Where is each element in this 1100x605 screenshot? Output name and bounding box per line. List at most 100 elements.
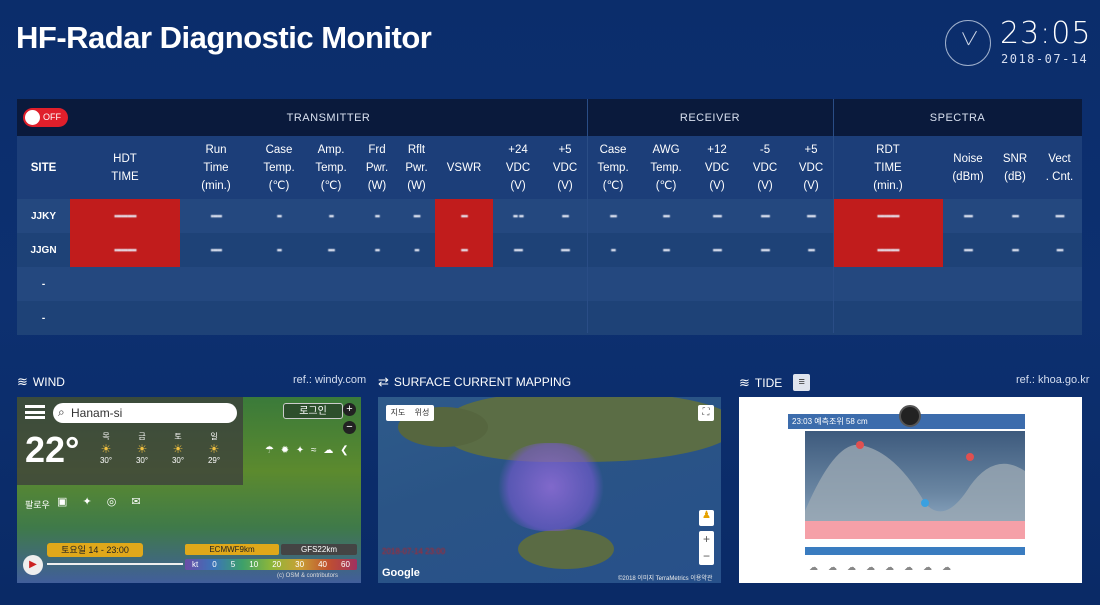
cell-v12 xyxy=(693,301,741,335)
scale-tick: 60 xyxy=(341,560,350,569)
current-map[interactable]: 지도 위성 ⛶ ♟ + − 2018-07-14 23:00 Google ©201… xyxy=(378,397,721,583)
table-row: - xyxy=(17,267,1082,301)
tide-ref-link[interactable]: ref.: khoa.go.kr xyxy=(1016,374,1089,386)
wind-map[interactable]: ⌕ Hanam-si 22° 목 ☀ 30° 금 ☀ 30° 토 ☀ 30° 일 ☀ 29° 로그인 +… xyxy=(17,397,361,583)
table-row: - xyxy=(17,301,1082,335)
scale-tick: 20 xyxy=(272,560,282,569)
wind-ref-link[interactable]: ref.: windy.com xyxy=(293,374,366,386)
waves-icon: ≋ xyxy=(739,374,750,390)
cell-rp: ▪▪ xyxy=(414,245,419,255)
cell-v12: ▪▪▪▪ xyxy=(712,245,723,255)
cell-vm5: ▪▪▪▪ xyxy=(760,211,771,221)
scale-tick: 5 xyxy=(230,560,236,569)
diagnostic-table: OFF TRANSMITTER RECEIVER SPECTRA SITE HD… xyxy=(17,99,1082,335)
cell-v5: ▪▪▪ xyxy=(561,211,570,221)
cell-rct xyxy=(587,301,639,335)
col-snr: SNR (dB) xyxy=(993,136,1037,199)
col-rdt: RDT TIME (min.) xyxy=(833,136,943,199)
zoom-in-button[interactable]: + xyxy=(343,403,356,416)
page-title: HF-Radar Diagnostic Monitor xyxy=(16,20,432,55)
col-rx-case-temp: Case Temp. (℃) xyxy=(587,136,639,199)
timeline[interactable] xyxy=(47,563,183,565)
wind-panel-title: ≋ WIND xyxy=(17,374,65,389)
partly-cloudy-icon: ☀ xyxy=(172,442,184,456)
pegman-icon[interactable]: ♟ xyxy=(699,510,714,526)
table-row: JJKY ▪▪▪▪▪▪▪▪▪▪ ▪▪▪▪▪ ▪▪ ▪▪ ▪▪ ▪▪▪ ▪▪▪ ▪▪ ▪▪ ▪▪▪ ▪… xyxy=(17,199,1082,233)
follow-label: 팔로우 xyxy=(25,500,50,510)
cell-fp xyxy=(356,267,398,301)
search-input[interactable]: ⌕ Hanam-si xyxy=(53,403,237,423)
clock-time: 23:05 xyxy=(1000,16,1092,51)
cell-snr: ▪▪▪ xyxy=(1011,245,1020,255)
temperature-value: 22° xyxy=(25,429,80,470)
cell-vc: ▪▪▪▪ xyxy=(1055,211,1065,221)
col-rx-5vdc: +5 VDC (V) xyxy=(789,136,833,199)
login-button[interactable]: 로그인 xyxy=(283,403,343,419)
scale-tick: 30 xyxy=(295,560,305,569)
cell-site: - xyxy=(41,278,46,290)
menu-icon[interactable] xyxy=(25,405,45,419)
cell-at xyxy=(306,267,356,301)
cell-run xyxy=(180,301,252,335)
cell-rv5 xyxy=(789,267,833,301)
cell-run xyxy=(180,267,252,301)
tide-menu-button[interactable]: ≡ xyxy=(793,374,811,391)
timestamp-label: 2018-07-14 23:00 xyxy=(382,547,446,556)
cell-fp: ▪▪ xyxy=(374,211,380,221)
col-run: Run Time (min.) xyxy=(180,136,252,199)
col-awg-temp: AWG Temp. (℃) xyxy=(639,136,693,199)
col-site: SITE xyxy=(17,136,70,199)
map-zoom-control[interactable]: + − xyxy=(699,531,714,565)
cell-hdt xyxy=(70,267,180,301)
map-attribution: ©2018 이미지 TerraMetrics 이용약관 xyxy=(618,576,713,582)
swap-arrows-icon: ⇄ xyxy=(378,374,389,389)
cell-v24: ▪▪ ▪▪ xyxy=(512,211,524,221)
cell-vm5: ▪▪▪▪ xyxy=(760,245,771,255)
map-type-control[interactable]: 지도 위성 xyxy=(386,405,434,421)
cell-rdt xyxy=(833,267,943,301)
google-logo: Google xyxy=(382,567,420,579)
cell-rct: ▪▪ xyxy=(610,245,616,255)
model-ecmwf[interactable]: ECMWF9km xyxy=(185,544,279,555)
cell-awg: ▪▪▪ xyxy=(662,211,671,221)
cell-v12 xyxy=(693,267,741,301)
time-button[interactable]: 토요일 14 - 23:00 xyxy=(47,543,143,557)
cell-v24: ▪▪▪▪ xyxy=(513,245,524,255)
col-vect-cnt: Vect. Cnt. xyxy=(1037,136,1082,199)
cell-site: - xyxy=(41,312,46,324)
col-noise: Noise (dBm) xyxy=(943,136,993,199)
cell-vswr: ▪▪▪ xyxy=(435,199,493,233)
col-rflt-pwr: Rflt Pwr. (W) xyxy=(398,136,435,199)
col-5vdc: +5 VDC (V) xyxy=(543,136,587,199)
clock-date: 2018-07-14 xyxy=(1001,52,1089,66)
cell-rp: ▪▪▪ xyxy=(413,211,421,221)
scale-tick: 10 xyxy=(249,560,259,569)
tide-curve xyxy=(805,431,1025,521)
cell-vc xyxy=(1037,301,1082,335)
layer-icons[interactable]: ☂ ✹ ✦ ≈ ☁ ❮ xyxy=(265,445,350,456)
cell-site: JJKY xyxy=(30,210,56,222)
cell-v5 xyxy=(543,301,587,335)
col-frd-pwr: Frd Pwr. (W) xyxy=(356,136,398,199)
play-button[interactable]: ▶ xyxy=(23,555,43,575)
tide-level-label: 23:03 예측조위 58 cm xyxy=(792,417,868,426)
social-icons[interactable]: ▣ ✦ ◎ ✉ xyxy=(57,495,147,508)
cell-rv5 xyxy=(789,301,833,335)
power-toggle[interactable]: OFF xyxy=(23,108,68,127)
zoom-out-button[interactable]: − xyxy=(343,421,356,434)
tide-chart[interactable]: 23:03 예측조위 58 cm ☁☁☁☁☁☁☁☁ xyxy=(739,397,1082,583)
cell-awg: ▪▪▪ xyxy=(662,245,671,255)
col-hdt: HDT TIME xyxy=(70,136,180,199)
col-case-temp: Case Temp. (℃) xyxy=(252,136,306,199)
model-gfs[interactable]: GFS22km xyxy=(281,544,357,555)
cell-noise: ▪▪▪▪ xyxy=(963,211,974,221)
cell-vc xyxy=(1037,267,1082,301)
cell-vswr: ▪▪▪ xyxy=(435,233,493,267)
cell-ct: ▪▪ xyxy=(276,245,282,255)
forecast-day: 토 ☀ 30° xyxy=(161,431,195,465)
scale-tick: 40 xyxy=(318,560,327,569)
fullscreen-icon[interactable]: ⛶ xyxy=(698,405,714,421)
current-vector-field xyxy=(496,443,606,531)
partly-cloudy-icon: ☀ xyxy=(100,442,112,456)
cell-awg xyxy=(639,301,693,335)
